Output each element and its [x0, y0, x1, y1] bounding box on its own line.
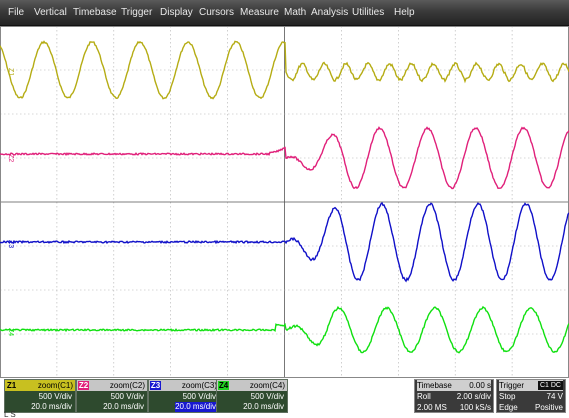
trigger-row: Stop 74 V: [499, 391, 563, 402]
channel-volts-per-div: 500 V/div: [182, 392, 216, 401]
channel-box-z2[interactable]: Z2 zoom(C2) 500 V/div 20.0 ms/div: [76, 379, 148, 413]
timebase-mode: Roll: [417, 392, 431, 401]
channel-box-z1[interactable]: Z1 zoom(C1) 500 V/div 20.0 ms/div: [4, 379, 76, 413]
timebase-sample-rate: 100 kS/s: [459, 403, 491, 412]
channel-zoom-label: zoom(C2): [109, 381, 145, 390]
timebase-time-per-div: 2.00 s/div: [456, 392, 491, 401]
menu-measure[interactable]: Measure: [240, 0, 279, 26]
channel-volts-per-div: 500 V/div: [250, 392, 284, 401]
channel-zoom-label: zoom(C1): [37, 381, 73, 390]
menu-trigger[interactable]: Trigger: [121, 0, 152, 26]
trace-label-z4: Z4: [7, 328, 14, 336]
trigger-mode-badge: C1 DC: [537, 381, 563, 390]
channel-time-per-div: 20.0 ms/div: [103, 402, 144, 411]
timebase-row: 2.00 MS 100 kS/s: [417, 402, 491, 412]
trace-label-z3: Z3: [7, 240, 14, 248]
corner-glyph: L S: [4, 410, 16, 418]
channel-zoom-label: zoom(C4): [249, 381, 285, 390]
channel-time-per-div: 20.0 ms/div: [243, 402, 284, 411]
timebase-points: 2.00 MS: [417, 403, 447, 412]
trace-label-z2: Z2: [7, 154, 14, 162]
channel-zoom-label: zoom(C3): [181, 381, 217, 390]
channel-volts-per-div: 500 V/div: [110, 392, 144, 401]
trigger-state: Stop: [499, 392, 516, 401]
menu-display[interactable]: Display: [160, 0, 193, 26]
timebase-title: Timebase: [417, 381, 452, 390]
trigger-level: 74 V: [546, 392, 563, 401]
trigger-type: Edge: [499, 403, 518, 412]
channel-tag: Z3: [150, 381, 161, 390]
menu-help[interactable]: Help: [394, 0, 415, 26]
trigger-row: Edge Positive: [499, 402, 563, 412]
channel-tag: Z4: [218, 381, 229, 390]
menu-bar: File Vertical Timebase Trigger Display C…: [0, 0, 569, 26]
trigger-header: Trigger C1 DC: [499, 380, 563, 391]
menu-file[interactable]: File: [8, 0, 24, 26]
trigger-slope: Positive: [534, 403, 563, 412]
trigger-box[interactable]: Trigger C1 DC Stop 74 V Edge Positive: [496, 379, 566, 413]
menu-utilities[interactable]: Utilities: [352, 0, 384, 26]
waveform-grid[interactable]: Z1 Z2 Z3 Z4: [0, 26, 569, 378]
channel-volts-per-div: 500 V/div: [38, 392, 72, 401]
channel-tag: Z2: [78, 381, 89, 390]
channel-time-per-div: 20.0 ms/div: [31, 402, 72, 411]
timebase-row: Roll 2.00 s/div: [417, 391, 491, 402]
channel-tag: Z1: [6, 381, 17, 390]
menu-cursors[interactable]: Cursors: [199, 0, 234, 26]
trace-label-z1: Z1: [7, 68, 14, 76]
timebase-box[interactable]: Timebase 0.00 s Roll 2.00 s/div 2.00 MS …: [414, 379, 494, 413]
menu-timebase[interactable]: Timebase: [73, 0, 117, 26]
timebase-header: Timebase 0.00 s: [417, 380, 491, 391]
menu-analysis[interactable]: Analysis: [311, 0, 348, 26]
channel-box-z3[interactable]: Z3 zoom(C3) 500 V/div 20.0 ms/div: [148, 379, 220, 413]
channel-time-per-div: 20.0 ms/div: [175, 402, 216, 412]
channel-box-z4[interactable]: Z4 zoom(C4) 500 V/div 20.0 ms/div: [216, 379, 288, 413]
menu-vertical[interactable]: Vertical: [34, 0, 67, 26]
menu-math[interactable]: Math: [284, 0, 306, 26]
timebase-delay: 0.00 s: [469, 381, 491, 390]
trigger-title: Trigger: [499, 381, 525, 390]
